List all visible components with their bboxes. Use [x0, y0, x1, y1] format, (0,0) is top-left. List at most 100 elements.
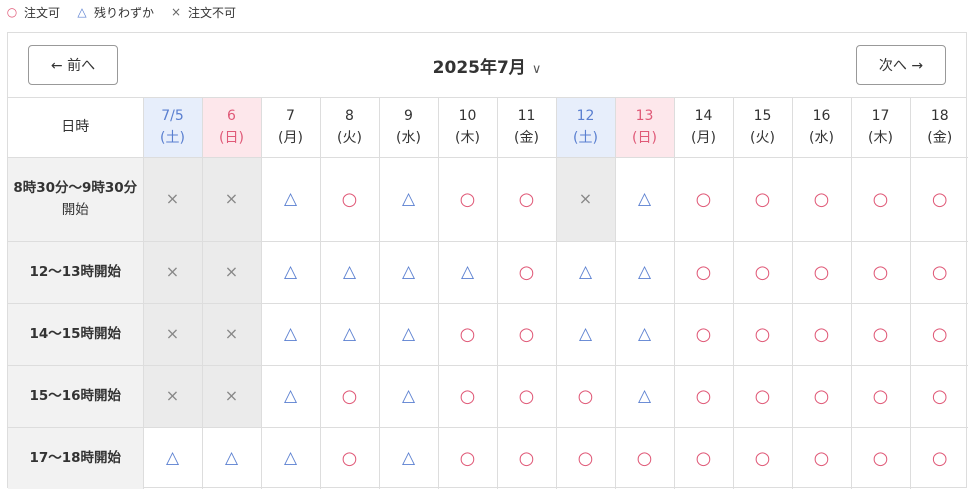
availability-cell[interactable]: ○: [674, 241, 734, 304]
availability-cell[interactable]: △: [615, 365, 675, 428]
availability-cell[interactable]: ○: [438, 303, 498, 366]
availability-cell[interactable]: ○: [497, 365, 557, 428]
availability-cell[interactable]: △: [615, 303, 675, 366]
triangle-icon: △: [283, 448, 298, 469]
circle-icon: ○: [813, 261, 830, 283]
month-label[interactable]: 2025年7月: [433, 58, 526, 78]
availability-cell[interactable]: ○: [733, 241, 793, 304]
availability-cell[interactable]: △: [438, 241, 498, 304]
availability-cell[interactable]: △: [261, 365, 321, 428]
date-header-cell: 12 (土): [556, 98, 616, 158]
availability-cell[interactable]: ○: [674, 365, 734, 428]
month-selector[interactable]: 2025年7月 ∨: [8, 53, 966, 78]
availability-cell[interactable]: △: [261, 303, 321, 366]
availability-cell[interactable]: ○: [497, 427, 557, 489]
availability-cell[interactable]: ○: [851, 303, 911, 366]
availability-cell[interactable]: △: [261, 157, 321, 242]
availability-cell[interactable]: ○: [674, 157, 734, 242]
availability-cell[interactable]: ○: [851, 427, 911, 489]
date-label: 9: [404, 108, 413, 125]
availability-cell[interactable]: ○: [910, 157, 968, 242]
availability-cell[interactable]: △: [379, 365, 439, 428]
availability-cell[interactable]: ○: [792, 241, 852, 304]
circle-icon: ○: [577, 447, 594, 469]
corner-label: 日時: [8, 98, 144, 158]
availability-cell[interactable]: ○: [320, 157, 380, 242]
circle-icon: ○: [872, 447, 889, 469]
availability-cell[interactable]: ○: [320, 427, 380, 489]
availability-cell[interactable]: ○: [851, 365, 911, 428]
date-label: 18: [930, 108, 949, 125]
availability-cell[interactable]: △: [379, 157, 439, 242]
availability-cell[interactable]: ○: [851, 157, 911, 242]
date-label: 14: [694, 108, 713, 125]
weekday-label: (月): [691, 130, 716, 147]
time-slot-label: 12〜13時開始: [8, 241, 144, 304]
availability-cell[interactable]: ○: [674, 303, 734, 366]
availability-cell[interactable]: △: [261, 427, 321, 489]
date-label: 12: [576, 108, 595, 125]
availability-cell[interactable]: △: [615, 241, 675, 304]
circle-icon: ○: [931, 447, 948, 469]
circle-icon: ○: [695, 261, 712, 283]
availability-cell[interactable]: ○: [674, 427, 734, 489]
triangle-icon: △: [578, 262, 593, 282]
availability-cell[interactable]: ○: [615, 427, 675, 489]
availability-cell[interactable]: ○: [438, 427, 498, 489]
availability-cell[interactable]: △: [202, 427, 262, 489]
availability-cell[interactable]: ○: [438, 365, 498, 428]
calendar-header: ← 前へ 2025年7月 ∨ 次へ →: [8, 33, 966, 98]
availability-cell[interactable]: △: [320, 303, 380, 366]
weekday-label: (木): [868, 130, 893, 147]
availability-cell[interactable]: △: [379, 427, 439, 489]
availability-cell[interactable]: ○: [910, 427, 968, 489]
availability-cell[interactable]: ○: [910, 303, 968, 366]
availability-cell[interactable]: ○: [910, 241, 968, 304]
availability-cell[interactable]: ○: [733, 303, 793, 366]
availability-cell[interactable]: ○: [497, 241, 557, 304]
time-slot-label: 8時30分〜9時30分 開始: [8, 157, 144, 242]
chevron-down-icon[interactable]: ∨: [532, 62, 542, 77]
availability-cell[interactable]: ○: [910, 365, 968, 428]
weekday-label: (日): [632, 130, 657, 147]
availability-cell[interactable]: △: [261, 241, 321, 304]
availability-cell[interactable]: △: [320, 241, 380, 304]
availability-cell[interactable]: ○: [556, 427, 616, 489]
availability-cell[interactable]: △: [556, 303, 616, 366]
time-slot-main: 14〜15時開始: [29, 326, 122, 342]
availability-cell[interactable]: ○: [733, 157, 793, 242]
cross-icon: ×: [578, 189, 593, 208]
availability-cell[interactable]: ○: [733, 365, 793, 428]
availability-cell[interactable]: △: [143, 427, 203, 489]
legend: ○ 注文可 △ 残りわずか × 注文不可: [6, 3, 252, 21]
availability-cell[interactable]: ○: [851, 241, 911, 304]
availability-cell[interactable]: △: [615, 157, 675, 242]
next-button[interactable]: 次へ →: [856, 45, 946, 85]
circle-icon: ○: [931, 323, 948, 345]
availability-cell[interactable]: ○: [792, 157, 852, 242]
circle-icon: ○: [813, 323, 830, 345]
availability-cell[interactable]: ○: [792, 427, 852, 489]
availability-cell[interactable]: ○: [497, 303, 557, 366]
weekday-label: (水): [809, 130, 834, 147]
circle-icon: ○: [459, 188, 476, 210]
availability-cell[interactable]: ○: [438, 157, 498, 242]
availability-cell[interactable]: ○: [497, 157, 557, 242]
circle-icon: ○: [754, 323, 771, 345]
availability-cell[interactable]: △: [379, 241, 439, 304]
availability-cell[interactable]: ○: [792, 303, 852, 366]
date-header-cell: 6 (日): [202, 98, 262, 158]
availability-cell[interactable]: ○: [792, 365, 852, 428]
availability-cell[interactable]: △: [556, 241, 616, 304]
triangle-icon: △: [637, 189, 652, 209]
triangle-icon: △: [283, 324, 298, 344]
availability-cell[interactable]: ○: [320, 365, 380, 428]
circle-icon: ○: [872, 261, 889, 283]
availability-cell[interactable]: ○: [733, 427, 793, 489]
date-header-cell: 7/5 (土): [143, 98, 203, 158]
availability-cell[interactable]: △: [379, 303, 439, 366]
availability-cell[interactable]: ○: [556, 365, 616, 428]
circle-icon: ○: [754, 447, 771, 469]
circle-icon: ○: [459, 385, 476, 407]
circle-icon: ○: [872, 188, 889, 210]
